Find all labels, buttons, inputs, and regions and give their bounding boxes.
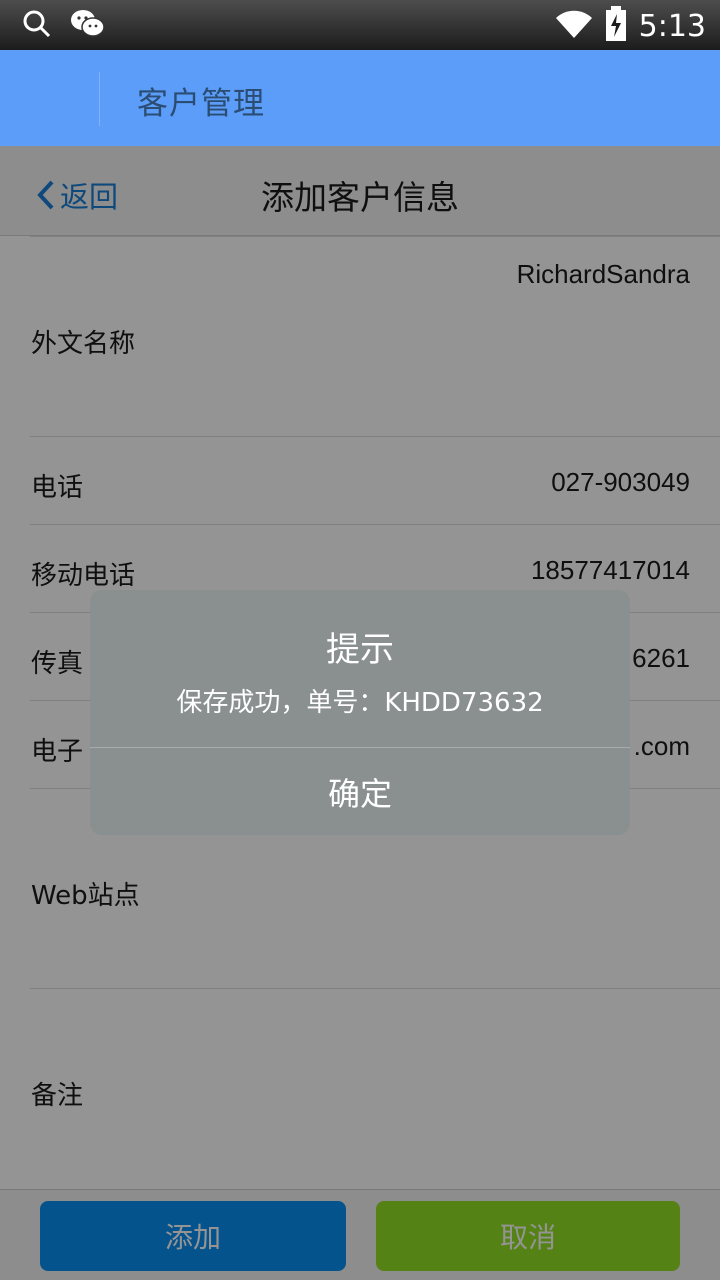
dialog-message: 保存成功，单号：KHDD73632 — [176, 688, 544, 718]
alert-dialog: 提示 保存成功，单号：KHDD73632 确定 — [90, 590, 630, 835]
app-header: 客户管理 — [0, 50, 720, 146]
app-title: 客户管理 — [137, 86, 265, 122]
status-time: 5:13 — [638, 8, 706, 44]
header-divider — [99, 72, 100, 126]
status-bar: 5:13 — [0, 0, 720, 50]
dialog-ok-button[interactable]: 确定 — [90, 748, 630, 835]
dialog-title: 提示 — [326, 630, 394, 670]
battery-charging-icon — [605, 6, 627, 46]
search-icon — [22, 9, 52, 43]
wechat-icon — [70, 8, 106, 44]
wifi-icon — [555, 9, 593, 43]
